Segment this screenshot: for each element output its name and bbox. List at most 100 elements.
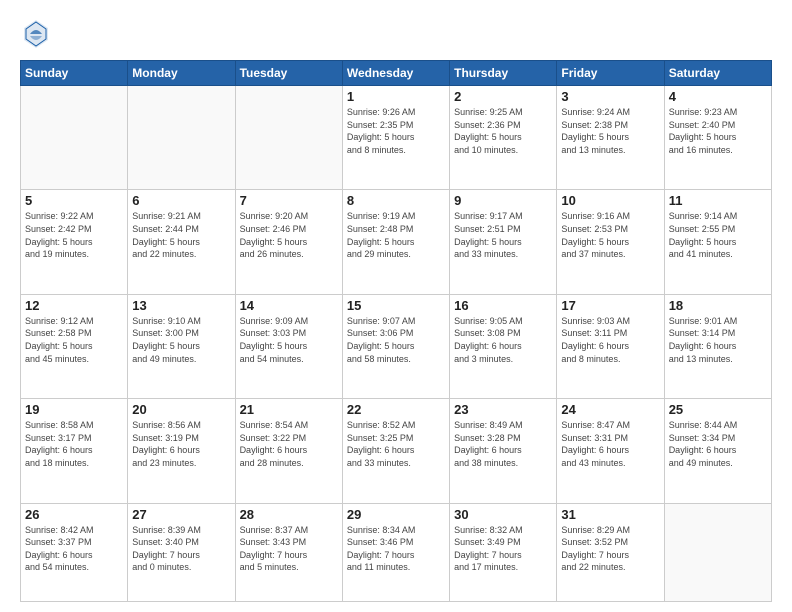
calendar-week-row: 26 Sunrise: 8:42 AM Sunset: 3:37 PM Dayli… — [21, 503, 772, 601]
header — [20, 18, 772, 50]
calendar-cell: 19 Sunrise: 8:58 AM Sunset: 3:17 PM Dayli… — [21, 399, 128, 503]
calendar-week-row: 19 Sunrise: 8:58 AM Sunset: 3:17 PM Dayli… — [21, 399, 772, 503]
day-info: Sunrise: 9:20 AM Sunset: 2:46 PM Dayligh… — [240, 210, 338, 260]
calendar-cell: 21 Sunrise: 8:54 AM Sunset: 3:22 PM Dayli… — [235, 399, 342, 503]
calendar-cell: 8 Sunrise: 9:19 AM Sunset: 2:48 PM Daylig… — [342, 190, 449, 294]
calendar-week-row: 12 Sunrise: 9:12 AM Sunset: 2:58 PM Dayli… — [21, 294, 772, 398]
calendar-cell: 14Sunrise: 9:09 AM Sunset: 3:03 PM Dayli… — [235, 294, 342, 398]
day-info: Sunrise: 9:23 AM Sunset: 2:40 PM Dayligh… — [669, 106, 767, 156]
day-info: Sunrise: 8:49 AM Sunset: 3:28 PM Dayligh… — [454, 419, 552, 469]
calendar-cell: 23 Sunrise: 8:49 AM Sunset: 3:28 PM Dayli… — [450, 399, 557, 503]
calendar-week-row: 5 Sunrise: 9:22 AM Sunset: 2:42 PM Daylig… — [21, 190, 772, 294]
day-number: 25 — [669, 402, 767, 417]
calendar-cell: 13 Sunrise: 9:10 AM Sunset: 3:00 PM Dayli… — [128, 294, 235, 398]
day-number: 6 — [132, 193, 230, 208]
calendar-weekday: Saturday — [664, 61, 771, 86]
day-info: Sunrise: 9:26 AM Sunset: 2:35 PM Dayligh… — [347, 106, 445, 156]
day-info: Sunrise: 8:54 AM Sunset: 3:22 PM Dayligh… — [240, 419, 338, 469]
day-number: 15 — [347, 298, 445, 313]
calendar-weekday: Thursday — [450, 61, 557, 86]
day-number: 18 — [669, 298, 767, 313]
day-number: 10 — [561, 193, 659, 208]
day-info: Sunrise: 9:14 AM Sunset: 2:55 PM Dayligh… — [669, 210, 767, 260]
day-number: 13 — [132, 298, 230, 313]
calendar-cell: 17 Sunrise: 9:03 AM Sunset: 3:11 PM Dayli… — [557, 294, 664, 398]
day-number: 26 — [25, 507, 123, 522]
day-number: 12 — [25, 298, 123, 313]
calendar-weekday: Friday — [557, 61, 664, 86]
day-number: 16 — [454, 298, 552, 313]
calendar-table: SundayMondayTuesdayWednesdayThursdayFrid… — [20, 60, 772, 602]
calendar-cell: 20 Sunrise: 8:56 AM Sunset: 3:19 PM Dayli… — [128, 399, 235, 503]
calendar-week-row: 1 Sunrise: 9:26 AM Sunset: 2:35 PM Daylig… — [21, 86, 772, 190]
calendar-weekday: Wednesday — [342, 61, 449, 86]
logo — [20, 18, 56, 50]
calendar-weekday: Sunday — [21, 61, 128, 86]
day-info: Sunrise: 9:09 AM Sunset: 3:03 PM Dayligh… — [240, 315, 338, 365]
calendar-cell: 25 Sunrise: 8:44 AM Sunset: 3:34 PM Dayli… — [664, 399, 771, 503]
day-number: 17 — [561, 298, 659, 313]
calendar-cell: 15 Sunrise: 9:07 AM Sunset: 3:06 PM Dayli… — [342, 294, 449, 398]
day-info: Sunrise: 8:44 AM Sunset: 3:34 PM Dayligh… — [669, 419, 767, 469]
logo-icon — [20, 18, 52, 50]
day-number: 1 — [347, 89, 445, 104]
calendar-cell: 4 Sunrise: 9:23 AM Sunset: 2:40 PM Daylig… — [664, 86, 771, 190]
day-info: Sunrise: 9:25 AM Sunset: 2:36 PM Dayligh… — [454, 106, 552, 156]
day-info: Sunrise: 8:42 AM Sunset: 3:37 PM Dayligh… — [25, 524, 123, 574]
day-number: 22 — [347, 402, 445, 417]
day-info: Sunrise: 9:24 AM Sunset: 2:38 PM Dayligh… — [561, 106, 659, 156]
day-number: 5 — [25, 193, 123, 208]
calendar-weekday: Tuesday — [235, 61, 342, 86]
calendar-cell: 27Sunrise: 8:39 AM Sunset: 3:40 PM Dayli… — [128, 503, 235, 601]
calendar-weekday: Monday — [128, 61, 235, 86]
calendar-cell: 29 Sunrise: 8:34 AM Sunset: 3:46 PM Dayli… — [342, 503, 449, 601]
day-number: 7 — [240, 193, 338, 208]
day-info: Sunrise: 8:37 AM Sunset: 3:43 PM Dayligh… — [240, 524, 338, 574]
day-info: Sunrise: 9:07 AM Sunset: 3:06 PM Dayligh… — [347, 315, 445, 365]
calendar-cell: 31Sunrise: 8:29 AM Sunset: 3:52 PM Dayli… — [557, 503, 664, 601]
calendar-cell: 10 Sunrise: 9:16 AM Sunset: 2:53 PM Dayli… — [557, 190, 664, 294]
day-number: 31 — [561, 507, 659, 522]
calendar-cell: 22 Sunrise: 8:52 AM Sunset: 3:25 PM Dayli… — [342, 399, 449, 503]
day-number: 3 — [561, 89, 659, 104]
day-number: 28 — [240, 507, 338, 522]
day-info: Sunrise: 8:58 AM Sunset: 3:17 PM Dayligh… — [25, 419, 123, 469]
day-number: 20 — [132, 402, 230, 417]
calendar-cell: 1 Sunrise: 9:26 AM Sunset: 2:35 PM Daylig… — [342, 86, 449, 190]
calendar-cell — [128, 86, 235, 190]
calendar-cell: 3 Sunrise: 9:24 AM Sunset: 2:38 PM Daylig… — [557, 86, 664, 190]
day-number: 8 — [347, 193, 445, 208]
calendar-cell: 28 Sunrise: 8:37 AM Sunset: 3:43 PM Dayli… — [235, 503, 342, 601]
day-info: Sunrise: 8:34 AM Sunset: 3:46 PM Dayligh… — [347, 524, 445, 574]
day-number: 4 — [669, 89, 767, 104]
day-info: Sunrise: 9:12 AM Sunset: 2:58 PM Dayligh… — [25, 315, 123, 365]
day-info: Sunrise: 9:17 AM Sunset: 2:51 PM Dayligh… — [454, 210, 552, 260]
calendar-cell: 12 Sunrise: 9:12 AM Sunset: 2:58 PM Dayli… — [21, 294, 128, 398]
day-info: Sunrise: 8:32 AM Sunset: 3:49 PM Dayligh… — [454, 524, 552, 574]
day-info: Sunrise: 8:56 AM Sunset: 3:19 PM Dayligh… — [132, 419, 230, 469]
day-number: 11 — [669, 193, 767, 208]
day-info: Sunrise: 9:10 AM Sunset: 3:00 PM Dayligh… — [132, 315, 230, 365]
calendar-cell: 5 Sunrise: 9:22 AM Sunset: 2:42 PM Daylig… — [21, 190, 128, 294]
page: SundayMondayTuesdayWednesdayThursdayFrid… — [0, 0, 792, 612]
calendar-cell — [664, 503, 771, 601]
day-info: Sunrise: 9:03 AM Sunset: 3:11 PM Dayligh… — [561, 315, 659, 365]
calendar-cell: 11 Sunrise: 9:14 AM Sunset: 2:55 PM Dayli… — [664, 190, 771, 294]
calendar-cell: 6 Sunrise: 9:21 AM Sunset: 2:44 PM Daylig… — [128, 190, 235, 294]
day-info: Sunrise: 8:52 AM Sunset: 3:25 PM Dayligh… — [347, 419, 445, 469]
day-number: 21 — [240, 402, 338, 417]
day-info: Sunrise: 9:22 AM Sunset: 2:42 PM Dayligh… — [25, 210, 123, 260]
day-number: 19 — [25, 402, 123, 417]
day-info: Sunrise: 9:05 AM Sunset: 3:08 PM Dayligh… — [454, 315, 552, 365]
day-number: 23 — [454, 402, 552, 417]
calendar-cell: 9 Sunrise: 9:17 AM Sunset: 2:51 PM Daylig… — [450, 190, 557, 294]
day-number: 29 — [347, 507, 445, 522]
day-number: 27 — [132, 507, 230, 522]
day-info: Sunrise: 9:19 AM Sunset: 2:48 PM Dayligh… — [347, 210, 445, 260]
calendar-cell — [235, 86, 342, 190]
day-number: 9 — [454, 193, 552, 208]
day-info: Sunrise: 9:16 AM Sunset: 2:53 PM Dayligh… — [561, 210, 659, 260]
calendar-cell: 16 Sunrise: 9:05 AM Sunset: 3:08 PM Dayli… — [450, 294, 557, 398]
day-info: Sunrise: 9:21 AM Sunset: 2:44 PM Dayligh… — [132, 210, 230, 260]
calendar-cell: 26 Sunrise: 8:42 AM Sunset: 3:37 PM Dayli… — [21, 503, 128, 601]
